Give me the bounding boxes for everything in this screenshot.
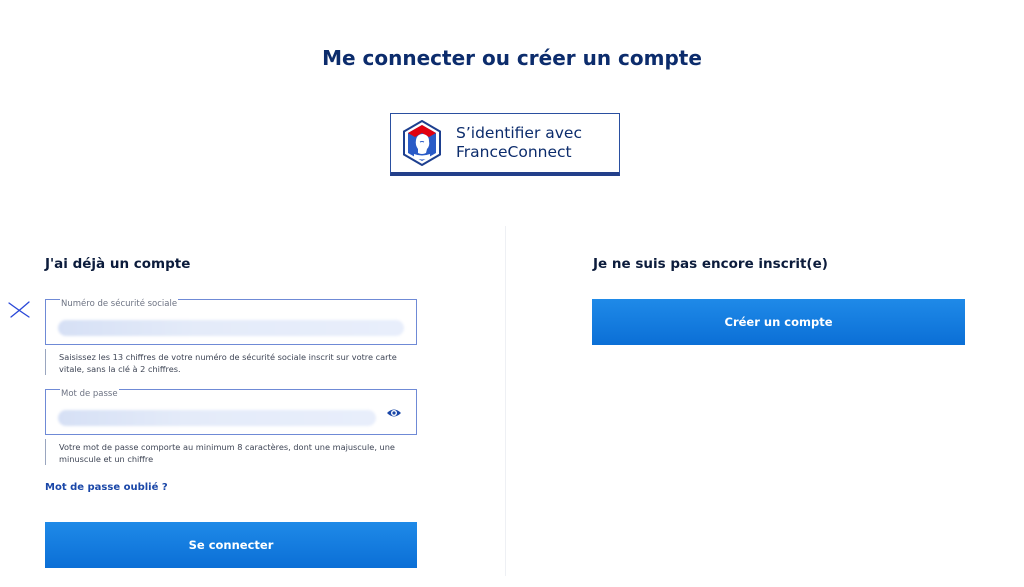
nss-label: Numéro de sécurité sociale — [60, 299, 179, 309]
handwritten-cross-icon — [8, 301, 30, 318]
franceconnect-line2: FranceConnect — [456, 143, 572, 161]
franceconnect-logo-icon — [403, 120, 441, 166]
password-value-blurred — [58, 410, 376, 426]
franceconnect-line1: S’identifier avec — [456, 124, 582, 142]
create-account-button[interactable]: Créer un compte — [592, 299, 965, 345]
forgot-password-link[interactable]: Mot de passe oublié ? — [45, 482, 168, 493]
login-section-title: J'ai déjà un compte — [45, 256, 191, 272]
nss-hint-bar — [45, 349, 46, 375]
password-label: Mot de passe — [60, 389, 119, 399]
password-hint-bar — [45, 439, 46, 465]
page-title: Me connecter ou créer un compte — [322, 46, 702, 70]
password-hint: Votre mot de passe comporte au minimum 8… — [59, 442, 395, 464]
nss-hint: Saisissez les 13 chiffres de votre numér… — [59, 352, 397, 374]
franceconnect-button[interactable]: S’identifier avec FranceConnect — [390, 113, 620, 176]
password-input[interactable]: Mot de passe — [45, 389, 417, 435]
nss-input[interactable]: Numéro de sécurité sociale — [45, 299, 417, 345]
eye-icon[interactable] — [386, 407, 402, 419]
column-divider — [505, 226, 506, 576]
nss-value-blurred — [58, 320, 404, 336]
login-button[interactable]: Se connecter — [45, 522, 417, 568]
register-section-title: Je ne suis pas encore inscrit(e) — [593, 256, 828, 272]
